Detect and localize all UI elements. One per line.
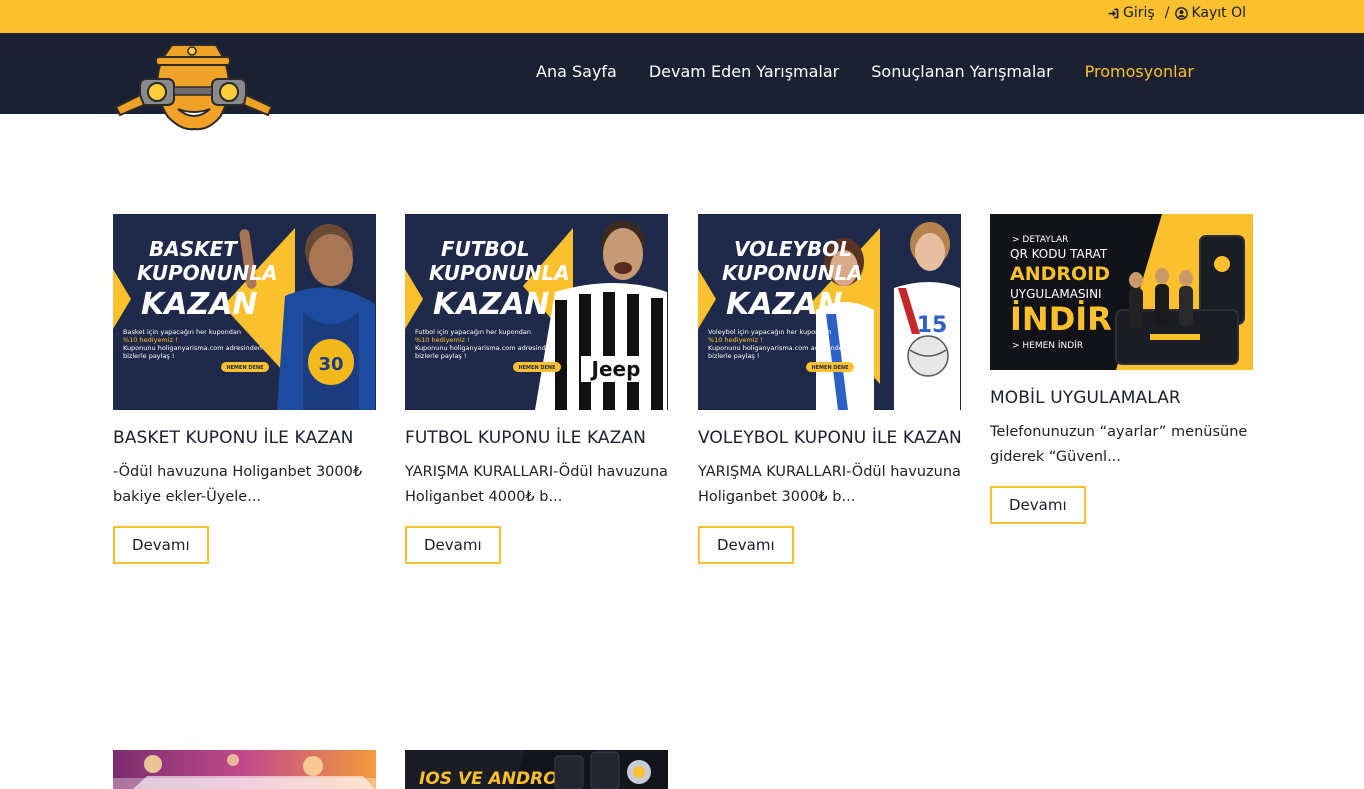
- svg-text:UYGULAMASINI: UYGULAMASINI: [1010, 287, 1102, 301]
- svg-text:QR KODU TARAT: QR KODU TARAT: [1010, 247, 1108, 261]
- svg-text:> HEMEN İNDİR: > HEMEN İNDİR: [1012, 340, 1083, 351]
- svg-text:KUPONUNLA: KUPONUNLA: [722, 261, 863, 285]
- svg-text:HEMEN DENE: HEMEN DENE: [226, 365, 264, 371]
- login-label: Giriş: [1123, 5, 1155, 21]
- svg-text:İNDİR: İNDİR: [1010, 300, 1112, 338]
- auth-links: Giriş / Kayıt Ol: [1107, 5, 1246, 21]
- main-nav: Ana Sayfa Devam Eden Yarışmalar Sonuçlan…: [536, 62, 1194, 81]
- promo-card-football: Jeep FUTBOL KUPONUNLA KAZAN Futbol için …: [405, 214, 668, 564]
- promo-title[interactable]: VOLEYBOL KUPONU İLE KAZAN: [698, 428, 962, 448]
- promo-card-mobile: > DETAYLAR QR KODU TARAT ANDROID UYGULAM…: [990, 214, 1253, 524]
- promo-excerpt: Telefonunuzun “ayarlar” menüsüne giderek…: [990, 424, 1248, 465]
- svg-text:Kuponunu holiganyarisma.com ad: Kuponunu holiganyarisma.com adresinden: [415, 344, 554, 352]
- promo-banner-football[interactable]: Jeep FUTBOL KUPONUNLA KAZAN Futbol için …: [405, 214, 668, 410]
- svg-text:%10 hediyemiz !: %10 hediyemiz !: [123, 336, 178, 344]
- svg-text:Kuponunu holiganyarisma.com ad: Kuponunu holiganyarisma.com adresinden: [123, 344, 262, 352]
- promo-card-volleyball: 15 VOLEYBOL KUPONUNLA KAZAN Voleybol içi…: [698, 214, 962, 564]
- main-navbar: Ana Sayfa Devam Eden Yarışmalar Sonuçlan…: [0, 33, 1364, 131]
- top-bar: Giriş / Kayıt Ol: [0, 0, 1364, 33]
- svg-text:KAZAN: KAZAN: [726, 287, 843, 322]
- svg-text:HEMEN DENE: HEMEN DENE: [811, 365, 849, 371]
- auth-separator: /: [1164, 5, 1170, 21]
- svg-text:30: 30: [318, 354, 343, 375]
- promo-title[interactable]: BASKET KUPONU İLE KAZAN: [113, 428, 376, 448]
- svg-text:KUPONUNLA: KUPONUNLA: [429, 261, 570, 285]
- register-link[interactable]: Kayıt Ol: [1175, 5, 1246, 21]
- sign-in-icon: [1108, 8, 1119, 18]
- read-more-button[interactable]: Devamı: [405, 526, 501, 564]
- svg-text:Basket için yapacağın her kupo: Basket için yapacağın her kupondan: [123, 328, 241, 336]
- svg-text:KAZAN: KAZAN: [433, 287, 550, 322]
- promo-title[interactable]: MOBİL UYGULAMALAR: [990, 388, 1253, 408]
- promo-banner-bottom-2[interactable]: IOS VE ANDROID: [405, 750, 668, 789]
- register-label: Kayıt Ol: [1191, 5, 1246, 21]
- svg-text:VOLEYBOL: VOLEYBOL: [734, 237, 852, 261]
- promo-card-basket: 30 BASKET KUPONUNLA KAZAN Basket için ya…: [113, 214, 376, 564]
- svg-text:%10 hediyemiz !: %10 hediyemiz !: [708, 336, 763, 344]
- svg-text:Voleybol için yapacağın her ku: Voleybol için yapacağın her kupondan: [708, 328, 832, 336]
- svg-text:BASKET: BASKET: [149, 237, 238, 261]
- promo-excerpt: -Ödül havuzuna Holiganbet 3000₺ bakiye e…: [113, 464, 363, 505]
- svg-text:> DETAYLAR: > DETAYLAR: [1012, 235, 1068, 245]
- promo-banner-mobile[interactable]: > DETAYLAR QR KODU TARAT ANDROID UYGULAM…: [990, 214, 1253, 370]
- svg-text:%10 hediyemiz !: %10 hediyemiz !: [415, 336, 470, 344]
- user-circle-icon: [1175, 6, 1189, 20]
- nav-ongoing-contests[interactable]: Devam Eden Yarışmalar: [649, 62, 839, 81]
- svg-text:Futbol için yapacağın her kupo: Futbol için yapacağın her kupondan: [415, 328, 531, 336]
- svg-text:FUTBOL: FUTBOL: [441, 237, 530, 261]
- mascot-logo-icon: [114, 44, 274, 131]
- svg-text:bizlerle paylaş !: bizlerle paylaş !: [123, 352, 175, 360]
- svg-text:HEMEN DENE: HEMEN DENE: [518, 365, 556, 371]
- svg-text:KUPONUNLA: KUPONUNLA: [137, 261, 278, 285]
- promo-banner-volleyball[interactable]: 15 VOLEYBOL KUPONUNLA KAZAN Voleybol içi…: [698, 214, 961, 410]
- read-more-button[interactable]: Devamı: [113, 526, 209, 564]
- login-link[interactable]: Giriş: [1107, 5, 1155, 21]
- promo-title[interactable]: FUTBOL KUPONU İLE KAZAN: [405, 428, 668, 448]
- svg-text:ANDROID: ANDROID: [1010, 263, 1110, 285]
- promo-banner-bottom-1[interactable]: [113, 750, 376, 789]
- nav-promotions[interactable]: Promosyonlar: [1085, 62, 1194, 81]
- read-more-button[interactable]: Devamı: [698, 526, 794, 564]
- svg-text:15: 15: [917, 313, 948, 338]
- nav-finished-contests[interactable]: Sonuçlanan Yarışmalar: [871, 62, 1052, 81]
- promo-excerpt: YARIŞMA KURALLARI-Ödül havuzuna Holiganb…: [405, 464, 668, 505]
- site-logo[interactable]: [112, 43, 278, 131]
- svg-text:Jeep: Jeep: [590, 357, 641, 381]
- nav-home[interactable]: Ana Sayfa: [536, 62, 617, 81]
- promo-banner-basket[interactable]: 30 BASKET KUPONUNLA KAZAN Basket için ya…: [113, 214, 376, 410]
- svg-text:Kuponunu holiganyarisma.com ad: Kuponunu holiganyarisma.com adresinden: [708, 344, 847, 352]
- promo-excerpt: YARIŞMA KURALLARI-Ödül havuzuna Holiganb…: [698, 464, 961, 505]
- svg-text:bizlerle paylaş !: bizlerle paylaş !: [708, 352, 760, 360]
- svg-text:IOS VE ANDROID: IOS VE ANDROID: [419, 769, 578, 789]
- svg-text:KAZAN: KAZAN: [141, 287, 258, 322]
- read-more-button[interactable]: Devamı: [990, 486, 1086, 524]
- svg-text:bizlerle paylaş !: bizlerle paylaş !: [415, 352, 467, 360]
